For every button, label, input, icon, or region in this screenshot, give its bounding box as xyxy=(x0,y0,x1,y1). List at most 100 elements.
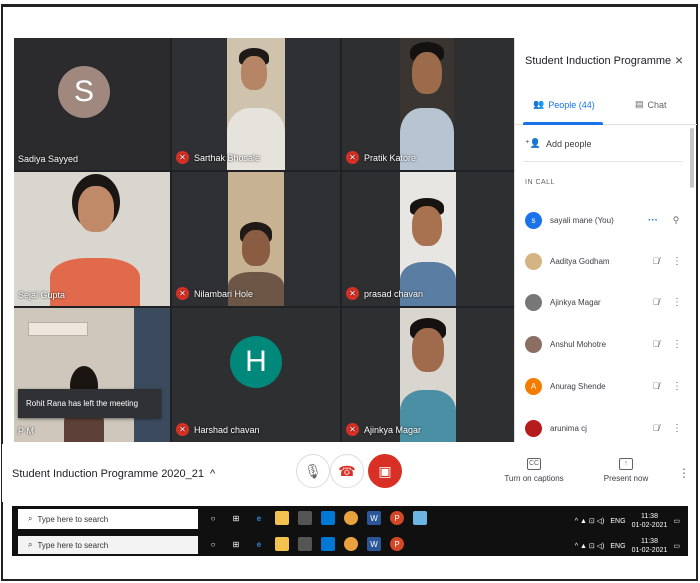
more-options-icon[interactable]: ⋮ xyxy=(670,381,684,392)
more-options-icon[interactable]: ··· xyxy=(646,215,660,226)
mic-off-icon: ✕ xyxy=(346,423,359,436)
task-view-icon[interactable]: ⊞ xyxy=(229,537,243,551)
panel-tabs: 👥 People (44) ▤ Chat xyxy=(515,93,697,125)
store-icon[interactable] xyxy=(298,537,312,551)
mic-off-icon: ✕ xyxy=(176,287,189,300)
taskbar-apps: ○ ⊞ e W P xyxy=(206,511,427,525)
participant-name: Sejal Gupta xyxy=(18,290,66,300)
video-tile-pm[interactable]: P M xyxy=(14,308,170,442)
pin-icon[interactable]: ⚲ xyxy=(668,215,684,226)
video-tile-harshad[interactable]: H ✕ Harshad chavan xyxy=(172,308,340,442)
turn-on-captions-button[interactable]: CC Turn on captions xyxy=(504,458,564,483)
microphone-button[interactable]: 🎙 xyxy=(296,454,330,488)
participant-name: P M xyxy=(18,426,34,436)
add-person-icon: ⁺👤 xyxy=(525,138,541,148)
mic-off-icon: 🎙̸ xyxy=(652,339,660,349)
mail-icon[interactable] xyxy=(321,537,335,551)
file-explorer-icon[interactable] xyxy=(275,537,289,551)
edge-icon[interactable]: e xyxy=(252,511,266,525)
search-icon: ⌕ xyxy=(28,540,33,549)
avatar xyxy=(525,252,542,270)
task-view-icon[interactable]: ⊞ xyxy=(229,511,243,525)
present-now-button[interactable]: ↑ Present now xyxy=(596,458,656,483)
mic-off-icon: 🎙̸ xyxy=(652,381,660,391)
notification-icon[interactable]: ▭ xyxy=(673,517,680,525)
tab-people[interactable]: 👥 People (44) xyxy=(533,99,595,110)
participant-row[interactable]: arunima cj 🎙̸ ⋮ xyxy=(525,414,687,442)
powerpoint-icon[interactable]: P xyxy=(390,511,404,525)
participant-row[interactable]: s sayali mane (You) ··· ⚲ xyxy=(525,206,687,234)
more-options-icon[interactable]: ⋮ xyxy=(670,297,684,308)
more-options-icon[interactable]: ⋮ xyxy=(670,423,684,434)
word-icon[interactable]: W xyxy=(367,511,381,525)
meeting-controls-bar: Student Induction Programme 2020_21 ^ 🎙 … xyxy=(2,444,696,502)
paint-icon[interactable] xyxy=(413,511,427,525)
video-tile-pratik[interactable]: ✕ Pratik Katore xyxy=(342,38,514,170)
avatar xyxy=(525,419,542,437)
more-options-icon[interactable]: ⋮ xyxy=(670,339,684,350)
chrome-icon[interactable] xyxy=(344,511,358,525)
camera-off-button[interactable]: ▣ xyxy=(368,454,402,488)
present-icon: ↑ xyxy=(619,458,633,470)
video-tile-nilambari[interactable]: ✕ Nilambari Hole xyxy=(172,172,340,306)
panel-scrollbar[interactable] xyxy=(690,128,694,188)
clock[interactable]: 11:38 01-02-2021 xyxy=(632,537,668,555)
participant-video xyxy=(134,308,170,442)
search-icon: ⌕ xyxy=(28,514,33,523)
mic-off-icon: 🎙̸ xyxy=(652,423,660,433)
chrome-icon[interactable] xyxy=(344,537,358,551)
participant-name: ✕ Harshad chavan xyxy=(176,423,260,436)
participant-row[interactable]: Aaditya Godham 🎙̸ ⋮ xyxy=(525,247,687,275)
captions-icon: CC xyxy=(527,458,541,470)
avatar xyxy=(525,293,542,311)
video-tile-sadiya[interactable]: S Sadiya Sayyed xyxy=(14,38,170,170)
avatar: s xyxy=(525,211,542,229)
people-panel: Student Induction Programme 20... × 👥 Pe… xyxy=(514,38,697,442)
participant-video xyxy=(400,308,456,442)
end-call-button[interactable]: ☎ xyxy=(330,454,364,488)
taskbar-search-input[interactable]: ⌕ Type here to search xyxy=(18,536,198,554)
video-tile-sejal[interactable]: Sejal Gupta xyxy=(14,172,170,306)
file-explorer-icon[interactable] xyxy=(275,511,289,525)
participant-name: ✕ Sarthak Bhosale xyxy=(176,151,260,164)
taskbar-search-input[interactable]: ⌕ Type here to search xyxy=(18,509,198,529)
participant-name: ✕ Pratik Katore xyxy=(346,151,416,164)
cortana-icon[interactable]: ○ xyxy=(206,537,220,551)
video-tile-ajinkya[interactable]: ✕ Ajinkya Magar xyxy=(342,308,514,442)
cortana-icon[interactable]: ○ xyxy=(206,511,220,525)
word-icon[interactable]: W xyxy=(367,537,381,551)
participant-row[interactable]: Ajinkya Magar 🎙̸ ⋮ xyxy=(525,288,687,316)
participant-video xyxy=(50,172,140,306)
notification-icon[interactable]: ▭ xyxy=(673,542,680,550)
store-icon[interactable] xyxy=(298,511,312,525)
meeting-details-button[interactable]: Student Induction Programme 2020_21 ^ xyxy=(12,468,215,480)
windows-taskbar-duplicate: ⌕ Type here to search ○ ⊞ e W P ^ ▲ ⊡ ◁)… xyxy=(12,534,688,556)
participant-video xyxy=(228,172,284,306)
microphone-icon: 🎙 xyxy=(304,462,322,479)
powerpoint-icon[interactable]: P xyxy=(390,537,404,551)
clock[interactable]: 11:38 01-02-2021 xyxy=(632,512,668,530)
participant-video xyxy=(28,322,88,336)
mic-off-icon: ✕ xyxy=(346,287,359,300)
chevron-up-icon: ^ xyxy=(210,468,216,480)
phone-hangup-icon: ☎ xyxy=(338,462,356,479)
in-call-heading: IN CALL xyxy=(525,179,555,186)
more-options-icon[interactable]: ⋮ xyxy=(670,256,684,267)
participant-row[interactable]: A Anurag Shende 🎙̸ ⋮ xyxy=(525,372,687,400)
divider xyxy=(523,161,683,162)
avatar: H xyxy=(230,336,282,388)
tray-icons[interactable]: ^ ▲ ⊡ ◁) xyxy=(575,517,605,525)
system-tray: ^ ▲ ⊡ ◁) ENG 11:38 01-02-2021 ▭ xyxy=(574,512,680,530)
add-people-button[interactable]: ⁺👤 Add people xyxy=(525,138,592,149)
video-tile-sarthak[interactable]: ✕ Sarthak Bhosale xyxy=(172,38,340,170)
tab-chat[interactable]: ▤ Chat xyxy=(635,99,667,110)
more-options-icon[interactable]: ⋮ xyxy=(678,466,690,480)
mail-icon[interactable] xyxy=(321,511,335,525)
mic-off-icon: 🎙̸ xyxy=(652,256,660,266)
participant-row[interactable]: Anshul Mohotre 🎙̸ ⋮ xyxy=(525,330,687,358)
close-icon[interactable]: × xyxy=(675,52,683,68)
avatar xyxy=(525,335,542,353)
video-tile-prasad[interactable]: ✕ prasad chavan xyxy=(342,172,514,306)
edge-icon[interactable]: e xyxy=(252,537,266,551)
tray-icons[interactable]: ^ ▲ ⊡ ◁) xyxy=(575,542,605,550)
